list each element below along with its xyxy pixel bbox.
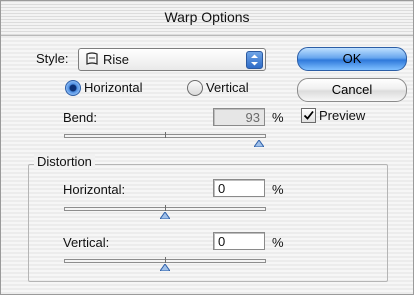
distortion-vertical-center-tick bbox=[165, 257, 166, 263]
distortion-horizontal-center-tick bbox=[165, 205, 166, 211]
distortion-vertical-slider-thumb[interactable] bbox=[160, 264, 170, 271]
warp-doc-icon bbox=[85, 52, 99, 69]
window-title: Warp Options bbox=[164, 9, 250, 25]
vertical-radio-label[interactable]: Vertical bbox=[206, 80, 249, 95]
distortion-title: Distortion bbox=[34, 154, 95, 169]
distortion-vertical-unit: % bbox=[272, 235, 284, 250]
distortion-horizontal-unit: % bbox=[272, 182, 284, 197]
distortion-vertical-label: Vertical: bbox=[63, 235, 110, 250]
bend-slider-track[interactable] bbox=[64, 132, 266, 138]
horizontal-radio-label[interactable]: Horizontal bbox=[84, 80, 143, 95]
checkmark-icon bbox=[303, 110, 314, 120]
preview-checkbox[interactable] bbox=[301, 108, 316, 123]
style-popup-value: Rise bbox=[103, 52, 130, 67]
bend-label: Bend: bbox=[63, 110, 97, 125]
bend-field[interactable]: 93 bbox=[213, 108, 265, 126]
style-popup[interactable]: Rise bbox=[78, 48, 266, 71]
distortion-horizontal-field[interactable]: 0 bbox=[213, 179, 265, 197]
distortion-horizontal-slider-thumb[interactable] bbox=[160, 212, 170, 219]
horizontal-radio[interactable] bbox=[65, 80, 81, 96]
chevron-updown-icon bbox=[246, 51, 263, 69]
style-label: Style: bbox=[36, 51, 69, 66]
warp-options-dialog: Warp Options Style: Rise OK Cancel Horiz… bbox=[0, 0, 414, 295]
distortion-vertical-field[interactable]: 0 bbox=[213, 232, 265, 250]
distortion-horizontal-label: Horizontal: bbox=[63, 182, 126, 197]
bend-slider-thumb[interactable] bbox=[253, 140, 264, 147]
bend-center-tick bbox=[165, 132, 166, 138]
title-bar[interactable]: Warp Options bbox=[1, 1, 413, 36]
preview-label[interactable]: Preview bbox=[319, 108, 365, 123]
distortion-vertical-slider-track[interactable] bbox=[64, 257, 266, 263]
vertical-radio[interactable] bbox=[187, 80, 203, 96]
bend-unit: % bbox=[272, 110, 284, 125]
distortion-horizontal-slider-track[interactable] bbox=[64, 205, 266, 211]
ok-button[interactable]: OK bbox=[297, 47, 407, 71]
cancel-button[interactable]: Cancel bbox=[297, 78, 407, 102]
